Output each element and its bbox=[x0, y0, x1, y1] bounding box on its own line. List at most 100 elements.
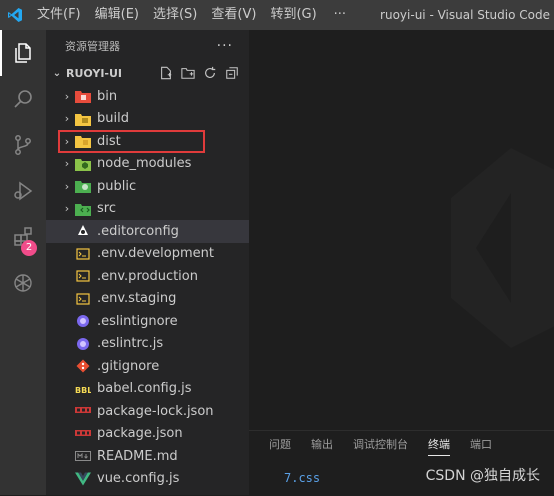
folder-node-icon bbox=[75, 156, 91, 172]
tree-item-label: .eslintignore bbox=[97, 313, 178, 329]
extensions-icon[interactable]: 2 bbox=[0, 214, 46, 260]
tree-item-label: build bbox=[97, 111, 129, 127]
tree-item-label: package-lock.json bbox=[97, 403, 214, 419]
tree-item-label: public bbox=[97, 178, 137, 194]
tab-ports[interactable]: 端口 bbox=[470, 436, 492, 452]
eslint-icon bbox=[75, 313, 91, 329]
vue-icon bbox=[75, 471, 91, 487]
tree-item-vue-config[interactable]: vue.config.js bbox=[46, 468, 249, 491]
menu-view[interactable]: 查看(V) bbox=[204, 0, 263, 30]
window-title: ruoyi-ui - Visual Studio Code bbox=[380, 8, 550, 22]
explorer-icon[interactable] bbox=[0, 30, 46, 76]
editorconfig-icon bbox=[75, 223, 91, 239]
env-file-icon bbox=[75, 268, 91, 284]
tree-item-readme[interactable]: README.md bbox=[46, 445, 249, 468]
editor-area bbox=[249, 30, 554, 430]
collapse-all-icon[interactable] bbox=[223, 64, 241, 82]
tree-item-label: .gitignore bbox=[97, 358, 160, 374]
file-tree: › bin › build › dist › node_modules › pu… bbox=[46, 85, 249, 490]
tree-item-eslintignore[interactable]: .eslintignore bbox=[46, 310, 249, 333]
chevron-right-icon[interactable]: › bbox=[59, 157, 75, 170]
chevron-right-icon[interactable]: › bbox=[59, 202, 75, 215]
tree-item-env-production[interactable]: .env.production bbox=[46, 265, 249, 288]
project-section-header[interactable]: ⌄ RUOYI-UI bbox=[46, 62, 249, 84]
new-folder-icon[interactable] bbox=[179, 64, 197, 82]
chevron-down-icon: ⌄ bbox=[52, 67, 62, 79]
chevron-right-icon[interactable]: › bbox=[59, 180, 75, 193]
tree-item-package-json[interactable]: package.json bbox=[46, 423, 249, 446]
menu-go[interactable]: 转到(G) bbox=[263, 0, 323, 30]
tree-item-editorconfig[interactable]: .editorconfig bbox=[46, 220, 249, 243]
bottom-panel: 问题 输出 调试控制台 终端 端口 7.css CSDN @独自成长 bbox=[249, 430, 554, 496]
tree-item-public[interactable]: › public bbox=[46, 175, 249, 198]
run-debug-icon[interactable] bbox=[0, 168, 46, 214]
tree-item-label: src bbox=[97, 201, 116, 217]
eslint-icon bbox=[75, 336, 91, 352]
tree-item-node-modules[interactable]: › node_modules bbox=[46, 153, 249, 176]
folder-src-icon bbox=[75, 201, 91, 217]
tree-item-package-lock[interactable]: package-lock.json bbox=[46, 400, 249, 423]
title-bar: 文件(F) 编辑(E) 选择(S) 查看(V) 转到(G) ··· ruoyi-… bbox=[0, 0, 554, 30]
tree-item-label: bin bbox=[97, 88, 118, 104]
explorer-title: 资源管理器 bbox=[65, 40, 120, 53]
menu-more-button[interactable]: ··· bbox=[324, 0, 356, 30]
search-icon[interactable] bbox=[0, 76, 46, 122]
tree-item-label: .env.production bbox=[97, 268, 198, 284]
panel-tabs: 问题 输出 调试控制台 终端 端口 bbox=[249, 431, 554, 457]
tree-item-label: .eslintrc.js bbox=[97, 336, 164, 352]
tree-item-env-staging[interactable]: .env.staging bbox=[46, 288, 249, 311]
chevron-right-icon[interactable]: › bbox=[59, 135, 75, 148]
tree-item-bin[interactable]: › bin bbox=[46, 85, 249, 108]
tree-item-gitignore[interactable]: .gitignore bbox=[46, 355, 249, 378]
svg-text:BBL: BBL bbox=[75, 386, 91, 395]
babel-icon: BBL bbox=[75, 381, 91, 397]
folder-bin-icon bbox=[75, 88, 91, 104]
tree-item-label: babel.config.js bbox=[97, 381, 192, 397]
explorer-sidebar: 资源管理器 ··· ⌄ RUOYI-UI › bin › build › dis… bbox=[46, 30, 249, 495]
menu-edit[interactable]: 编辑(E) bbox=[88, 0, 146, 30]
project-name: RUOYI-UI bbox=[66, 66, 123, 80]
tree-item-label: .env.staging bbox=[97, 291, 177, 307]
env-file-icon bbox=[75, 291, 91, 307]
refresh-icon[interactable] bbox=[201, 64, 219, 82]
tree-item-label: README.md bbox=[97, 448, 178, 464]
npm-icon bbox=[75, 426, 91, 442]
git-icon bbox=[75, 358, 91, 374]
tree-item-dist[interactable]: › dist bbox=[58, 130, 205, 153]
tab-output[interactable]: 输出 bbox=[311, 436, 333, 452]
openai-icon[interactable] bbox=[0, 260, 46, 306]
extensions-badge: 2 bbox=[21, 240, 37, 256]
tree-item-eslintrc[interactable]: .eslintrc.js bbox=[46, 333, 249, 356]
source-control-icon[interactable] bbox=[0, 122, 46, 168]
vscode-logo-icon bbox=[0, 0, 30, 30]
tree-item-label: .editorconfig bbox=[97, 223, 179, 239]
chevron-right-icon[interactable]: › bbox=[59, 112, 75, 125]
explorer-more-button[interactable]: ··· bbox=[217, 38, 233, 54]
tab-terminal[interactable]: 终端 bbox=[428, 436, 450, 456]
tree-item-label: package.json bbox=[97, 426, 183, 442]
menu-file[interactable]: 文件(F) bbox=[30, 0, 88, 30]
npm-icon bbox=[75, 403, 91, 419]
folder-public-icon bbox=[75, 178, 91, 194]
explorer-header: 资源管理器 ··· bbox=[46, 30, 249, 62]
menu-selection[interactable]: 选择(S) bbox=[146, 0, 204, 30]
markdown-icon bbox=[75, 448, 91, 464]
tree-item-env-development[interactable]: .env.development bbox=[46, 243, 249, 266]
terminal-output: 7.css bbox=[284, 471, 321, 485]
new-file-icon[interactable] bbox=[157, 64, 175, 82]
tab-problems[interactable]: 问题 bbox=[269, 436, 291, 452]
folder-build-icon bbox=[75, 111, 91, 127]
vscode-watermark-icon bbox=[451, 148, 554, 352]
csdn-watermark: CSDN @独自成长 bbox=[425, 468, 540, 484]
folder-dist-icon bbox=[75, 133, 91, 149]
tree-item-src[interactable]: › src bbox=[46, 198, 249, 221]
tab-debug-console[interactable]: 调试控制台 bbox=[353, 436, 408, 452]
tree-item-label: dist bbox=[97, 133, 121, 149]
tree-item-build[interactable]: › build bbox=[46, 108, 249, 131]
tree-item-label: .env.development bbox=[97, 246, 214, 262]
tree-item-label: node_modules bbox=[97, 156, 192, 172]
tree-item-babel-config[interactable]: BBL babel.config.js bbox=[46, 378, 249, 401]
chevron-right-icon[interactable]: › bbox=[59, 90, 75, 103]
activity-bar: 2 bbox=[0, 30, 46, 495]
tree-item-label: vue.config.js bbox=[97, 471, 180, 487]
